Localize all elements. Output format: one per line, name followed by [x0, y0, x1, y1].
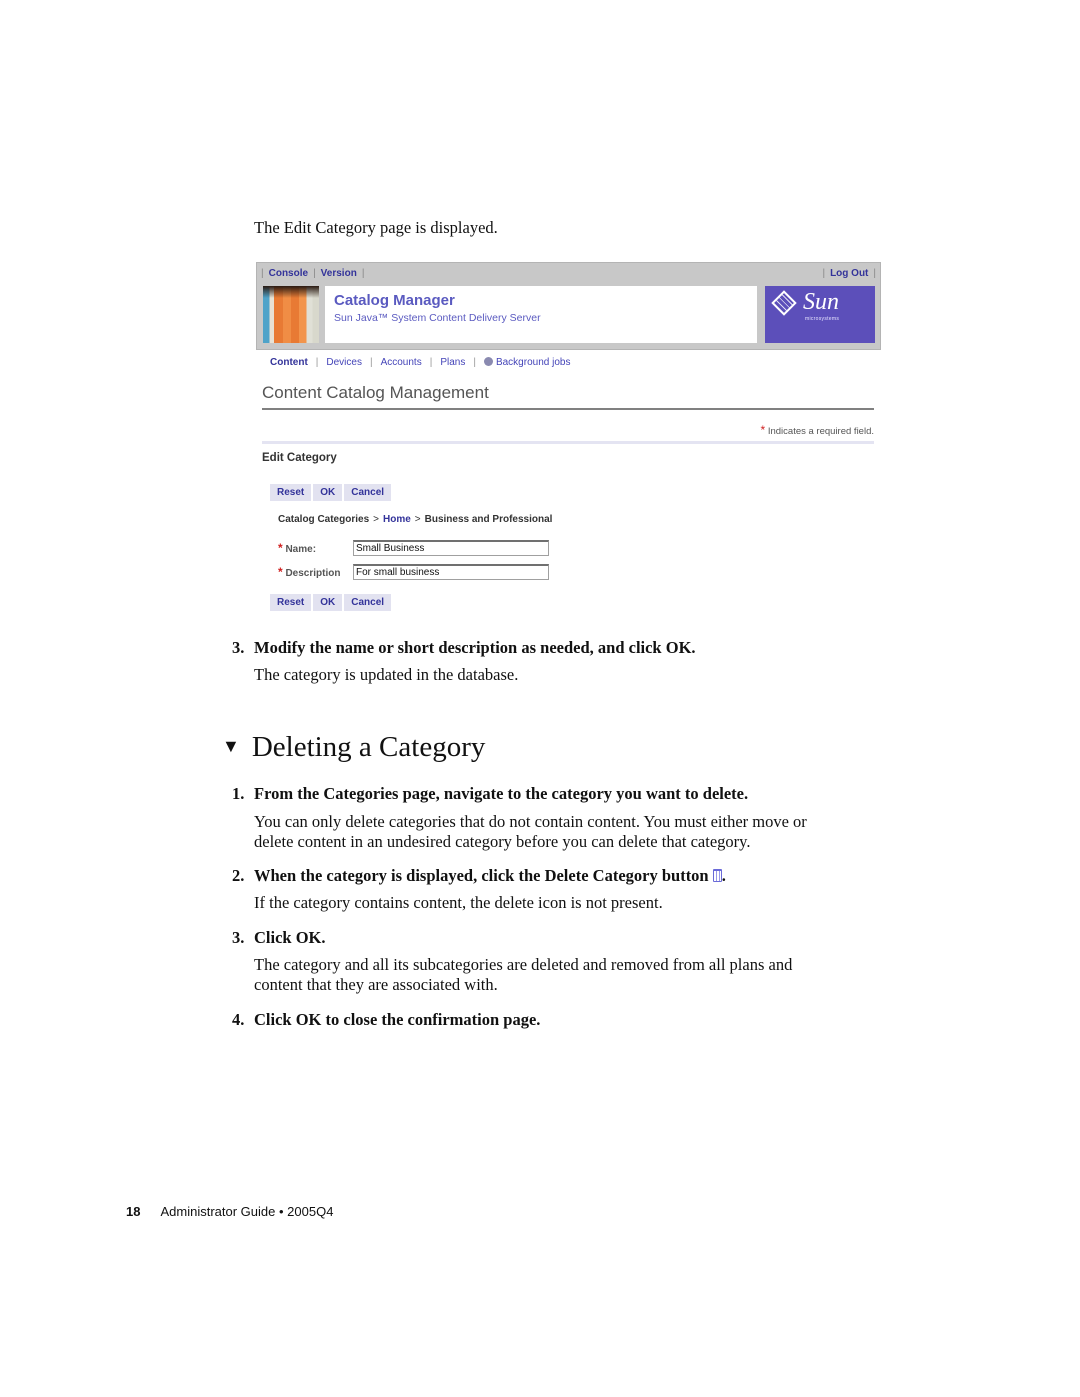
sun-diamond-icon — [771, 290, 797, 316]
tab-devices[interactable]: Devices — [326, 357, 362, 368]
tab-accounts[interactable]: Accounts — [381, 357, 422, 368]
tab-plans[interactable]: Plans — [440, 357, 465, 368]
logout-link[interactable]: Log Out — [830, 268, 868, 279]
page-number: 18 — [126, 1204, 141, 1219]
description-input[interactable] — [353, 564, 549, 580]
step-2-body-line: If the category contains content, the de… — [254, 893, 663, 912]
step-modify: 3. Modify the name or short description a… — [232, 638, 696, 658]
breadcrumb-link-home[interactable]: Home — [383, 514, 411, 525]
logo-sub: microsystems — [805, 316, 840, 322]
brand-title: Catalog Manager — [334, 292, 455, 309]
globe-icon — [483, 357, 493, 366]
breadcrumb-separator: > — [373, 514, 379, 525]
sun-logo: Sun microsystems — [765, 286, 875, 343]
step-4: 4. Click OK to close the confirmation pag… — [232, 1010, 540, 1030]
console-link[interactable]: Console — [269, 268, 308, 279]
book-title: Administrator Guide — [160, 1204, 276, 1219]
name-label: * Name: — [278, 541, 316, 555]
step-1-body-line: delete content in an undesired category … — [254, 832, 751, 851]
edit-category-screenshot: | Console | Version | | Log Out | Catalog Mana… — [256, 262, 881, 615]
step-modify-body: The category is updated in the database. — [254, 665, 519, 684]
step-text: From the Categories page, navigate to th… — [254, 784, 749, 803]
step-1: 1. From the Categories page, navigate to … — [232, 784, 748, 804]
required-divider — [262, 441, 874, 444]
logo-word: Sun — [803, 289, 839, 315]
tab-bar: Content | Devices | Accounts | Plans | Backgroun… — [270, 357, 571, 368]
bookshelf-image — [263, 286, 319, 343]
trash-icon — [712, 869, 722, 882]
step-text: Click OK to close the confirmation page. — [254, 1010, 541, 1029]
section-title: Edit Category — [262, 452, 337, 464]
version-link[interactable]: Version — [321, 268, 357, 279]
utility-nav-right: | Log Out | — [822, 268, 876, 279]
required-note-text: Indicates a required field. — [767, 426, 874, 437]
required-star-icon: * — [278, 565, 283, 579]
edition: 2005Q4 — [287, 1204, 334, 1219]
tab-background-jobs[interactable]: Background jobs — [496, 357, 571, 368]
breadcrumb-separator: > — [414, 514, 421, 525]
brand-box: Catalog Manager Sun Java™ System Content… — [325, 286, 757, 343]
required-note: * Indicates a required field. — [761, 423, 874, 437]
tab-content[interactable]: Content — [270, 357, 308, 368]
ok-button[interactable]: OK — [313, 484, 343, 501]
step-number: 3. — [232, 928, 245, 947]
step-text-suffix: . — [721, 866, 726, 885]
step-number: 2. — [232, 866, 245, 885]
step-3-body-line: content that they are associated with. — [254, 975, 498, 994]
step-3: 3. Click OK. — [232, 928, 326, 948]
step-text: Click OK. — [254, 928, 326, 947]
page-title: Content Catalog Management — [262, 383, 489, 402]
name-input[interactable] — [353, 540, 549, 556]
step-number: 3. — [232, 638, 245, 657]
ok-button[interactable]: OK — [313, 594, 343, 611]
required-star-icon: * — [278, 541, 283, 555]
name-label-text: Name: — [285, 544, 317, 555]
footer-bullet: • — [278, 1204, 284, 1219]
breadcrumb: Catalog Categories > Home > Business and Pro… — [278, 514, 552, 525]
masthead: | Console | Version | | Log Out | Catalog Mana… — [256, 262, 881, 350]
step-2: 2. When the category is displayed, click … — [232, 866, 726, 886]
cancel-button[interactable]: Cancel — [344, 594, 392, 611]
button-row-top: Reset OK Cancel — [270, 482, 393, 501]
description-label-text: Description — [285, 568, 341, 579]
button-row-bottom: Reset OK Cancel — [270, 592, 393, 611]
section-heading-text: Deleting a Category — [251, 731, 486, 763]
intro-text: The Edit Category page is displayed. — [254, 218, 498, 237]
required-star-icon: * — [760, 423, 766, 437]
description-label: * Description — [278, 565, 340, 579]
step-3-body-line: The category and all its subcategories a… — [254, 955, 793, 974]
step-1-body-line: You can only delete categories that do n… — [254, 812, 807, 831]
breadcrumb-current: Business and Professional — [424, 514, 553, 525]
title-divider — [262, 408, 874, 410]
section-heading: ▼ Deleting a Category — [222, 731, 485, 764]
step-text: When the category is displayed, click th… — [254, 866, 709, 885]
triangle-marker-icon: ▼ — [222, 736, 240, 756]
step-number: 1. — [232, 784, 245, 803]
brand-subtitle: Sun Java™ System Content Delivery Server — [334, 312, 541, 324]
step-text: Modify the name or short description as … — [254, 638, 696, 657]
page-footer: 18 Administrator Guide • 2005Q4 — [126, 1204, 333, 1219]
step-number: 4. — [232, 1010, 245, 1029]
breadcrumb-item: Catalog Categories — [278, 514, 370, 525]
reset-button[interactable]: Reset — [270, 484, 312, 501]
reset-button[interactable]: Reset — [270, 594, 312, 611]
cancel-button[interactable]: Cancel — [344, 484, 392, 501]
utility-nav-left: | Console | Version | — [261, 268, 365, 279]
